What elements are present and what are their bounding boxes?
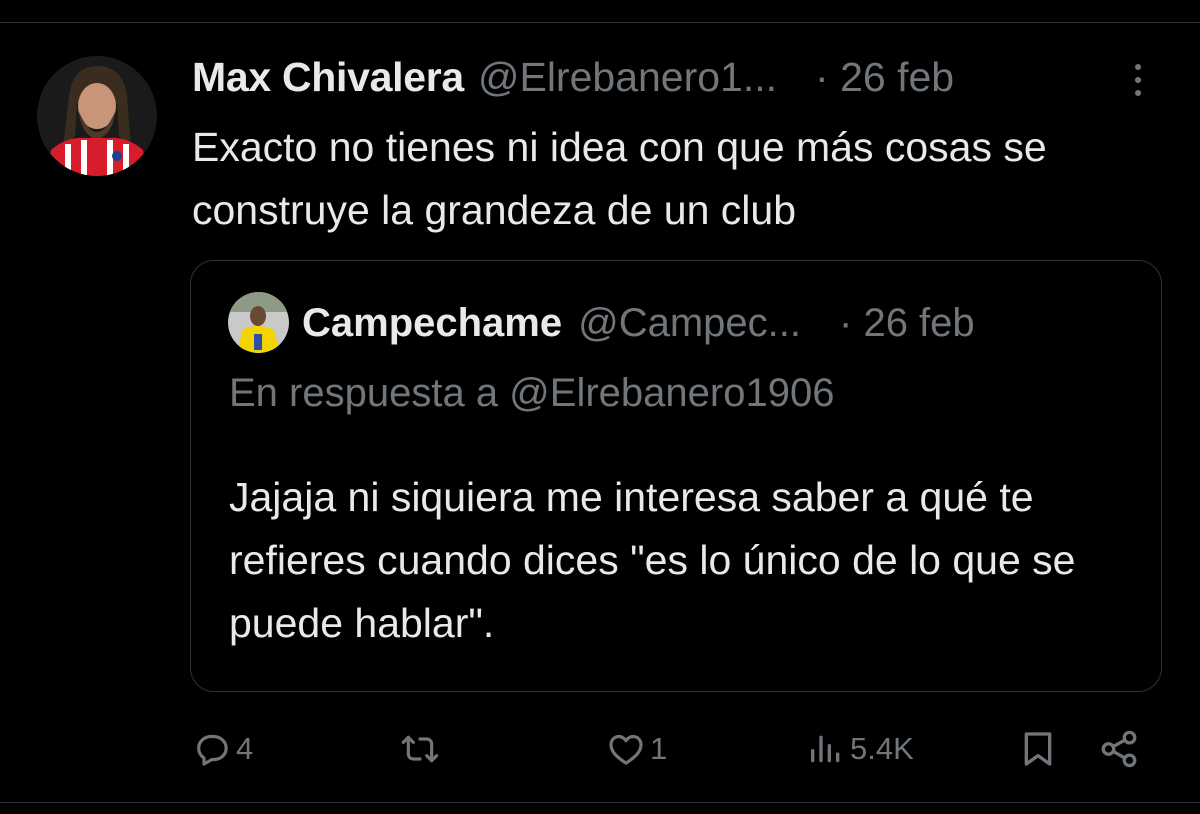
reply-button[interactable]: 4 — [192, 726, 253, 772]
like-button[interactable]: 1 — [606, 726, 667, 772]
quote-header: Campechame @Campec... · 26 feb — [302, 297, 975, 349]
reply-icon — [192, 729, 232, 769]
avatar[interactable] — [37, 56, 157, 176]
views-chart-icon — [806, 729, 846, 769]
quote-date: · 26 feb — [839, 300, 975, 345]
user-handle[interactable]: @Elrebanero1... — [478, 54, 777, 101]
tweet-text: Exacto no tienes ni idea con que más cos… — [192, 124, 1047, 233]
tweet-date[interactable]: · 26 feb — [815, 54, 954, 101]
view-count: 5.4K — [850, 731, 914, 766]
bookmark-icon — [1020, 729, 1056, 769]
retweet-icon — [398, 729, 442, 769]
quoted-tweet-card[interactable]: Campechame @Campec... · 26 feb En respue… — [190, 260, 1162, 692]
quote-display-name[interactable]: Campechame — [302, 301, 562, 346]
top-divider — [0, 22, 1200, 23]
share-button[interactable] — [1098, 726, 1140, 772]
bookmark-button[interactable] — [1020, 726, 1056, 772]
like-count: 1 — [650, 731, 668, 766]
heart-icon — [606, 729, 646, 769]
reply-to-text: En respuesta a @Elrebanero1906 — [229, 371, 835, 415]
share-icon — [1098, 728, 1140, 770]
quote-avatar — [228, 292, 289, 353]
bottom-divider — [0, 802, 1200, 803]
retweet-button[interactable] — [398, 726, 442, 772]
tweet-header: Max Chivalera @Elrebanero1... · 26 feb — [192, 52, 954, 102]
quote-user-handle[interactable]: @Campec... — [578, 301, 801, 346]
display-name[interactable]: Max Chivalera — [192, 54, 464, 101]
more-options-icon[interactable] — [1126, 60, 1150, 100]
views-button[interactable]: 5.4K — [806, 726, 914, 772]
quote-text: Jajaja ni siquiera me interesa saber a q… — [229, 474, 1076, 646]
reply-count: 4 — [236, 731, 254, 766]
